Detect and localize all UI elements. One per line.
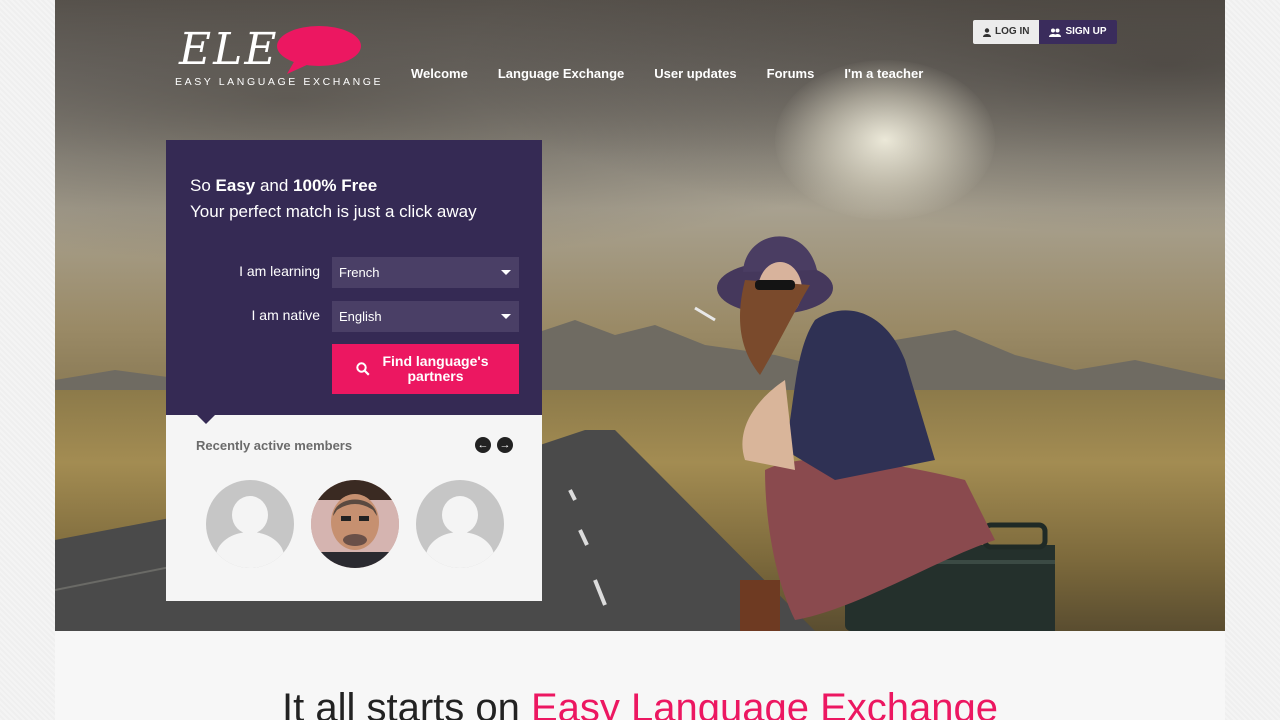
nav-item-welcome[interactable]: Welcome xyxy=(411,66,468,81)
panel-subline: Your perfect match is just a click away xyxy=(190,202,477,221)
hero-sun xyxy=(775,60,995,220)
avatar-placeholder-head xyxy=(232,496,268,534)
learning-select-value: French xyxy=(339,265,380,280)
main-nav: Welcome Language Exchange User updates F… xyxy=(411,66,923,81)
site-logo[interactable]: ELE EASY LANGUAGE EXCHANGE xyxy=(175,24,381,94)
native-select-value: English xyxy=(339,309,382,324)
logo-speech-bubble-icon xyxy=(277,26,361,74)
headline-free: 100% Free xyxy=(293,176,378,195)
headline-so: So xyxy=(190,176,216,195)
chevron-down-icon xyxy=(501,314,511,319)
search-panel: So Easy and 100% Free Your perfect match… xyxy=(166,140,542,415)
avatar-placeholder-head xyxy=(442,496,478,534)
learning-label: I am learning xyxy=(239,263,320,279)
find-partners-label: Find language's partners xyxy=(382,353,489,384)
hero-woman-on-suitcase xyxy=(694,236,1055,631)
headline-easy: Easy xyxy=(215,176,256,195)
find-partners-button[interactable]: Find language's partners xyxy=(332,344,519,394)
arrow-right-icon[interactable]: → xyxy=(497,437,513,453)
member-photo xyxy=(311,480,399,568)
nav-item-teacher[interactable]: I'm a teacher xyxy=(844,66,923,81)
page-tagline: It all starts on Easy Language Exchange xyxy=(55,686,1225,720)
member-avatar-photo[interactable] xyxy=(311,480,399,568)
users-icon xyxy=(1049,28,1062,37)
logo-subtitle: EASY LANGUAGE EXCHANGE xyxy=(175,76,384,88)
login-label: LOG IN xyxy=(995,26,1030,37)
panel-headline: So Easy and 100% Free xyxy=(190,176,377,196)
auth-buttons: LOG IN SIGN UP xyxy=(973,20,1117,44)
panel-pointer xyxy=(196,414,216,424)
native-label: I am native xyxy=(251,307,320,323)
tagline-prefix: It all starts on xyxy=(281,686,531,720)
logo-text: ELE xyxy=(179,24,279,75)
nav-item-forums[interactable]: Forums xyxy=(767,66,815,81)
tagline-accent: Easy Language Exchange xyxy=(530,686,998,720)
member-avatar[interactable] xyxy=(206,480,294,568)
native-select[interactable]: English xyxy=(332,301,519,332)
avatar-placeholder-body xyxy=(426,532,494,568)
login-button[interactable]: LOG IN xyxy=(973,20,1040,44)
arrow-left-icon[interactable]: ← xyxy=(475,437,491,453)
avatar-placeholder-body xyxy=(216,532,284,568)
search-icon xyxy=(355,362,370,376)
learning-select[interactable]: French xyxy=(332,257,519,288)
member-avatar[interactable] xyxy=(416,480,504,568)
signup-label: SIGN UP xyxy=(1065,26,1107,37)
nav-item-user-updates[interactable]: User updates xyxy=(654,66,736,81)
members-title: Recently active members xyxy=(196,438,353,453)
chevron-down-icon xyxy=(501,270,511,275)
signup-button[interactable]: SIGN UP xyxy=(1039,20,1117,44)
headline-and: and xyxy=(255,176,294,195)
nav-item-language-exchange[interactable]: Language Exchange xyxy=(498,66,624,81)
site-container: ELE EASY LANGUAGE EXCHANGE LOG IN SIGN U… xyxy=(55,0,1225,720)
user-icon xyxy=(983,27,991,37)
recent-members: Recently active members ← → xyxy=(166,414,542,601)
